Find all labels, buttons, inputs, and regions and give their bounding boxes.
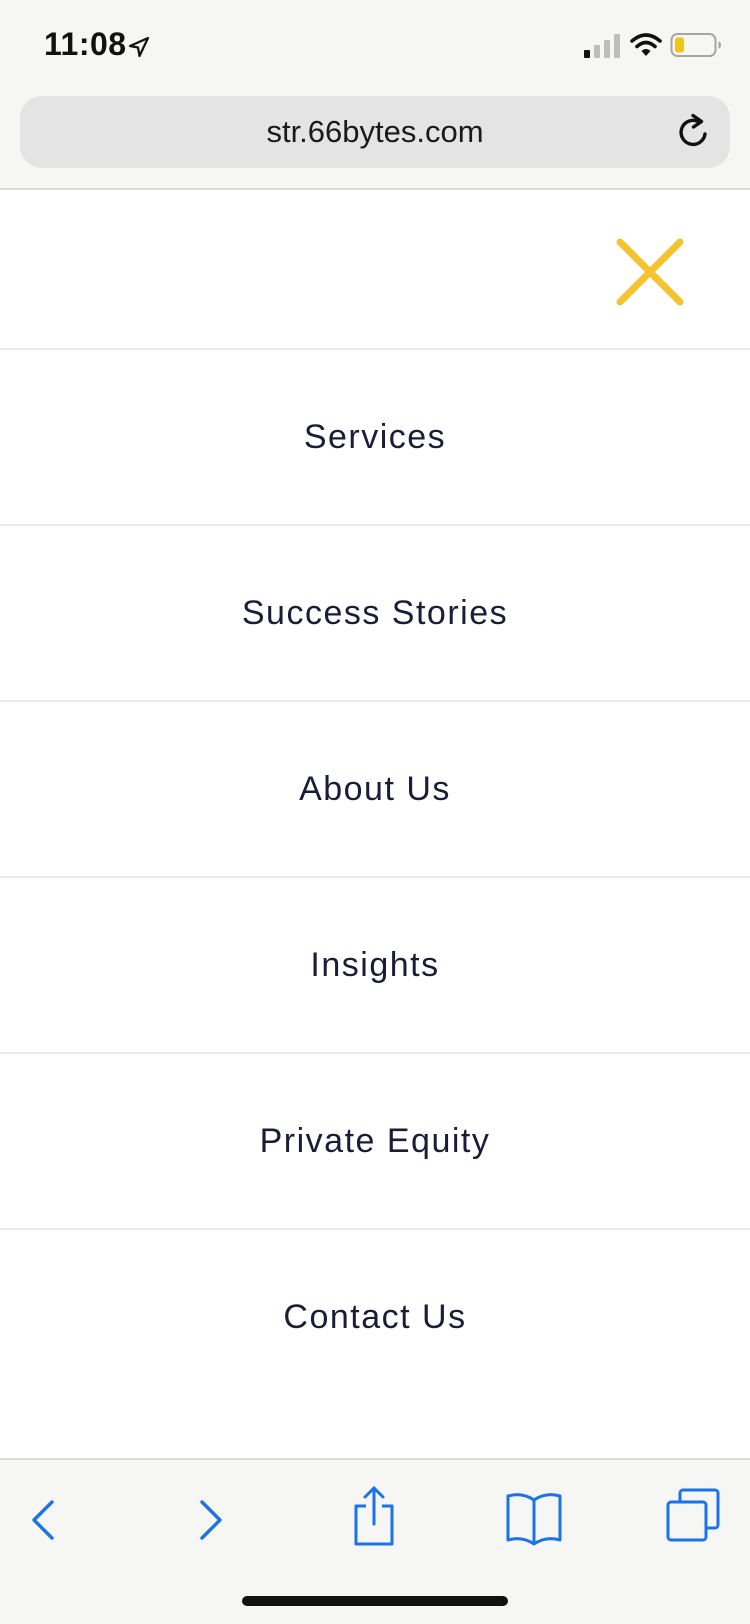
menu-item-success-stories[interactable]: Success Stories <box>0 526 750 702</box>
menu-item-label[interactable]: About Us <box>299 770 451 809</box>
book-icon[interactable] <box>504 1490 564 1546</box>
menu-item-label[interactable]: Services <box>304 418 446 457</box>
menu-item-private-equity[interactable]: Private Equity <box>0 1054 750 1230</box>
chevron-right-icon[interactable] <box>180 1490 240 1550</box>
wifi-icon <box>630 33 662 56</box>
menu-item-label[interactable]: Insights <box>310 946 439 985</box>
menu-item-label[interactable]: Contact Us <box>283 1298 466 1337</box>
browser-toolbar <box>0 1458 750 1624</box>
page: 11:08 str.66bytes.com Services Success S… <box>0 0 750 1624</box>
location-arrow-icon <box>128 36 150 58</box>
status-bar: 11:08 <box>0 0 750 88</box>
menu-item-contact-us[interactable]: Contact Us <box>0 1230 750 1404</box>
url-text[interactable]: str.66bytes.com <box>20 114 730 150</box>
cellular-signal-icon <box>584 34 620 58</box>
share-icon[interactable] <box>344 1484 404 1548</box>
nav-menu: Services Success Stories About Us Insigh… <box>0 350 750 1404</box>
menu-item-label[interactable]: Success Stories <box>242 594 508 633</box>
menu-item-label[interactable]: Private Equity <box>260 1122 491 1161</box>
menu-item-insights[interactable]: Insights <box>0 878 750 1054</box>
close-icon[interactable] <box>612 234 688 310</box>
tabs-icon[interactable] <box>664 1486 724 1546</box>
web-content: Services Success Stories About Us Insigh… <box>0 190 750 1458</box>
reload-icon[interactable] <box>674 112 714 152</box>
home-indicator[interactable] <box>242 1596 508 1606</box>
menu-item-services[interactable]: Services <box>0 350 750 526</box>
menu-item-about-us[interactable]: About Us <box>0 702 750 878</box>
menu-header <box>0 190 750 350</box>
status-time: 11:08 <box>44 26 127 62</box>
battery-low-icon <box>670 33 721 57</box>
address-bar[interactable]: str.66bytes.com <box>20 96 730 168</box>
chevron-left-icon[interactable] <box>14 1490 74 1550</box>
